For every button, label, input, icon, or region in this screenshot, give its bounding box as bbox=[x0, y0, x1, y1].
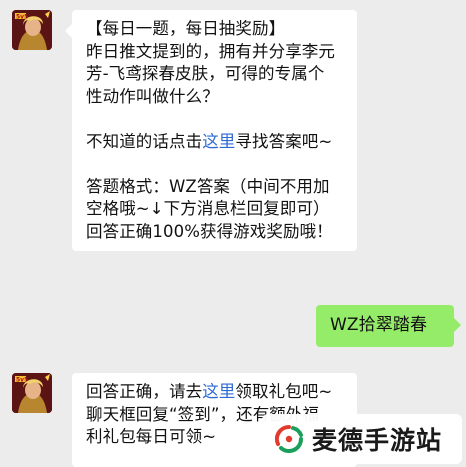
question-message-bubble: 【每日一题，每日抽奖励】 昨日推文提到的，拥有并分享李元 芳-飞鸢探春皮肤，可得… bbox=[65, 10, 357, 251]
site-watermark: 麦德手游站 bbox=[262, 414, 462, 464]
answer-prefix: 回答正确，请去 bbox=[86, 382, 203, 401]
site-brand-name: 麦德手游站 bbox=[312, 426, 443, 455]
chat-window: 5v5 【每日一题，每日抽奖励】 昨日推文提到的，拥有并分享李元 芳-飞鸢探春皮… bbox=[0, 0, 466, 467]
hero-portrait-icon: 5v5 bbox=[12, 373, 52, 413]
user-reply-bubble: WZ拾翠踏春 bbox=[316, 305, 461, 347]
hint-prefix: 不知道的话点击 bbox=[86, 131, 203, 151]
hint-suffix: 寻找答案吧~ bbox=[235, 131, 333, 151]
official-account-avatar[interactable]: 5v5 bbox=[12, 10, 52, 50]
site-logo-icon bbox=[274, 424, 304, 454]
claim-gift-link[interactable]: 这里 bbox=[202, 382, 235, 401]
user-reply-text: WZ拾翠踏春 bbox=[330, 315, 428, 335]
question-line: 【每日一题，每日抽奖励】 bbox=[86, 19, 286, 38]
svg-text:5v5: 5v5 bbox=[16, 13, 28, 20]
question-line: 昨日推文提到的，拥有并分享李元 bbox=[86, 41, 335, 61]
answer-suffix: 领取礼包吧~ bbox=[235, 382, 333, 401]
format-line: 回答正确100%获得游戏奖励哦！ bbox=[86, 221, 333, 241]
svg-text:5v5: 5v5 bbox=[16, 376, 28, 383]
question-line: 芳-飞鸢探春皮肤，可得的专属个 bbox=[86, 64, 325, 83]
hero-portrait-icon: 5v5 bbox=[12, 10, 52, 50]
question-line: 性动作叫做什么？ bbox=[86, 86, 219, 106]
format-line: 答题格式：WZ答案（中间不用加 bbox=[86, 176, 330, 196]
format-line: 空格哦~↓下方消息栏回复即可） bbox=[86, 199, 330, 218]
answer-line: 回答正确，请去这里领取礼包吧~ bbox=[86, 381, 345, 404]
official-account-avatar[interactable]: 5v5 bbox=[12, 373, 52, 413]
find-answer-link[interactable]: 这里 bbox=[202, 132, 235, 151]
hint-line: 不知道的话点击这里寻找答案吧~ bbox=[86, 131, 345, 154]
